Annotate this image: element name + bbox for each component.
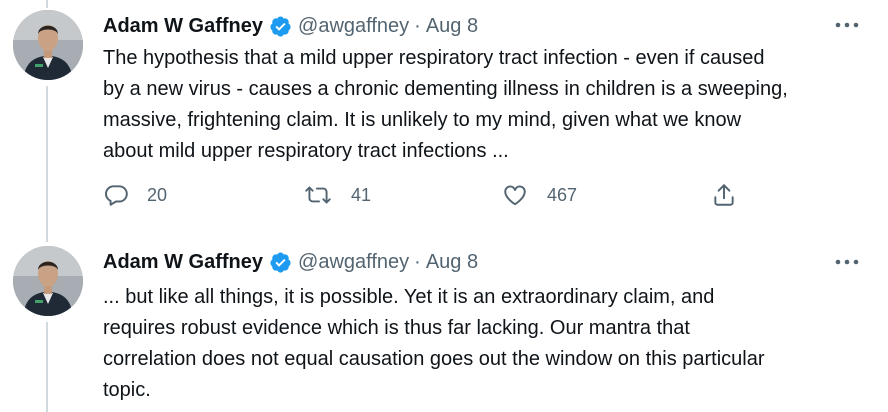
tweet-actions: 20 41 467 (103, 182, 763, 212)
tweet-date[interactable]: Aug 8 (426, 15, 478, 38)
separator-dot: · (414, 14, 421, 37)
author-name[interactable]: Adam W Gaffney (103, 251, 263, 274)
verified-badge-icon (269, 251, 292, 274)
author-handle[interactable]: @awgaffney (298, 251, 409, 274)
tweet-2[interactable]: Adam W Gaffney @awgaffney · Aug 8 ... bu… (0, 238, 888, 412)
more-options-icon[interactable] (834, 252, 860, 272)
tweet-date[interactable]: Aug 8 (426, 251, 478, 274)
reply-icon (103, 182, 129, 208)
tweet-1[interactable]: Adam W Gaffney @awgaffney · Aug 8 The hy… (0, 0, 888, 238)
like-count: 467 (547, 184, 578, 205)
author-name[interactable]: Adam W Gaffney (103, 15, 263, 38)
tweet-text-line: The hypothesis that a mild upper respira… (103, 47, 765, 69)
retweet-button[interactable]: 41 (303, 182, 371, 208)
tweet-text-line: correlation does not equal causation goe… (103, 348, 765, 370)
reply-count: 20 (147, 184, 168, 205)
tweet-text-line: ... but like all things, it is possible.… (103, 286, 715, 308)
tweet-text-line: by a new virus - causes a chronic dement… (103, 78, 788, 100)
more-options-icon[interactable] (834, 15, 860, 35)
tweet-text: The hypothesis that a mild upper respira… (103, 43, 873, 167)
retweet-icon (303, 182, 333, 208)
reply-button[interactable]: 20 (103, 182, 167, 208)
like-button[interactable]: 467 (501, 182, 577, 208)
like-icon (501, 182, 529, 208)
tweet-text: ... but like all things, it is possible.… (103, 282, 873, 406)
separator-dot: · (414, 250, 421, 273)
share-icon (711, 182, 737, 208)
avatar[interactable] (13, 10, 83, 80)
tweet-header: Adam W Gaffney @awgaffney · Aug 8 (103, 11, 478, 41)
tweet-text-line: massive, frightening claim. It is unlike… (103, 109, 742, 131)
share-button[interactable] (711, 182, 737, 208)
verified-badge-icon (269, 15, 292, 38)
tweet-text-line: requires robust evidence which is thus f… (103, 317, 690, 339)
tweet-text-line: about mild upper respiratory tract infec… (103, 140, 509, 162)
avatar[interactable] (13, 246, 83, 316)
tweet-text-line: topic. (103, 379, 151, 401)
retweet-count: 41 (351, 184, 372, 205)
author-handle[interactable]: @awgaffney (298, 15, 409, 38)
tweet-header: Adam W Gaffney @awgaffney · Aug 8 (103, 247, 478, 277)
